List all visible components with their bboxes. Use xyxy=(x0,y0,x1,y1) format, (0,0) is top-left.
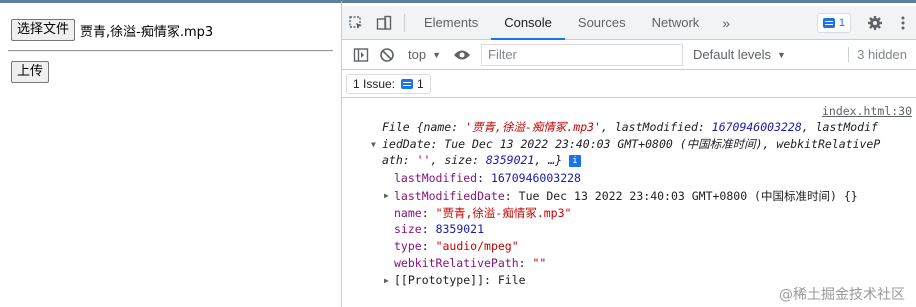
prop-key: lastModified xyxy=(394,171,478,185)
messages-badge[interactable]: 1 xyxy=(816,12,851,33)
summary-text: iedDate: Tue Dec 13 2022 23:40:03 GMT+08… xyxy=(382,137,881,151)
upload-button[interactable]: 上传 xyxy=(11,61,50,83)
console-output: index.html:30 File {name: '贾青,徐溢-痴情冢.mp3… xyxy=(342,98,916,307)
toolbar-divider xyxy=(404,13,405,32)
log-summary-line-2: iedDate: Tue Dec 13 2022 23:40:03 GMT+08… xyxy=(382,136,880,152)
summary-lastmodified-value: 1670946003228 xyxy=(711,120,802,134)
prop-name: name: "贾青,徐溢-痴情冢.mp3" xyxy=(394,206,572,220)
watermark: @稀土掘金技术社区 xyxy=(779,287,905,303)
prop-lastmodified: lastModified: 1670946003228 xyxy=(394,171,581,185)
summary-text: , …} xyxy=(534,153,563,167)
tab-network[interactable]: Network xyxy=(639,6,713,40)
hidden-messages-count[interactable]: 3 hidden xyxy=(848,47,916,62)
live-expression-eye-icon[interactable] xyxy=(449,42,475,68)
choose-file-button[interactable]: 选择文件 xyxy=(11,19,76,41)
prop-key: type xyxy=(394,239,422,253)
sidebar-toggle-icon[interactable] xyxy=(348,42,374,68)
prop-type: type: "audio/mpeg" xyxy=(394,239,519,253)
file-input-row: 选择文件 贾青,徐溢-痴情冢.mp3 xyxy=(11,19,213,41)
filter-input[interactable]: Filter xyxy=(481,43,683,66)
summary-path-value: '' xyxy=(416,153,431,167)
dropdown-triangle-icon: ▼ xyxy=(432,49,441,60)
prop-value: "贾青,徐溢-痴情冢.mp3" xyxy=(435,206,572,220)
context-label: top xyxy=(408,47,427,62)
devtools-tabbar: Elements Console Sources Network » 1 xyxy=(342,6,916,40)
more-tabs-chevron-icon[interactable]: » xyxy=(712,15,740,31)
messages-count: 1 xyxy=(838,16,845,29)
prop-prototype[interactable]: [[Prototype]]: File xyxy=(394,273,526,287)
tab-console[interactable]: Console xyxy=(491,6,565,40)
prop-key: name xyxy=(394,206,422,220)
issues-count: 1 xyxy=(417,76,424,91)
expand-triangle-icon[interactable]: ▼ xyxy=(371,140,376,149)
log-levels-dropdown[interactable]: Default levels ▼ xyxy=(693,47,786,62)
prop-value: 1670946003228 xyxy=(490,171,581,185)
page-viewport: 选择文件 贾青,徐溢-痴情冢.mp3 上传 xyxy=(0,0,341,307)
summary-text: , lastModified: xyxy=(600,120,712,134)
issues-label: 1 Issue: xyxy=(353,76,396,91)
selected-file-name: 贾青,徐溢-痴情冢.mp3 xyxy=(80,24,214,40)
tab-elements[interactable]: Elements xyxy=(411,6,491,40)
prop-lastmodifieddate[interactable]: lastModifiedDate: Tue Dec 13 2022 23:40:… xyxy=(394,188,858,204)
more-options-kebab-icon[interactable] xyxy=(889,6,916,40)
console-toolbar: top ▼ Filter Default levels ▼ 3 hidden xyxy=(342,40,916,70)
prop-key: lastModifiedDate xyxy=(394,189,505,203)
prop-value: "audio/mpeg" xyxy=(435,239,519,253)
prop-value: 8359021 xyxy=(435,222,485,236)
log-summary-line-1[interactable]: File {name: '贾青,徐溢-痴情冢.mp3', lastModifie… xyxy=(382,119,878,135)
summary-size-value: 8359021 xyxy=(485,153,535,167)
levels-label: Default levels xyxy=(693,47,772,62)
prop-key: [[Prototype]] xyxy=(394,273,485,287)
clear-console-icon[interactable] xyxy=(374,42,400,68)
log-summary-line-3: ath: '', size: 8359021, …} i xyxy=(382,153,581,167)
prop-value: File xyxy=(497,273,526,287)
devtools-panel: Elements Console Sources Network » 1 top… xyxy=(341,0,916,307)
upload-row: 上传 xyxy=(11,61,50,83)
message-icon xyxy=(822,17,835,28)
summary-text: ath: xyxy=(382,153,417,167)
source-link[interactable]: index.html:30 xyxy=(822,104,912,118)
info-icon[interactable]: i xyxy=(568,154,581,167)
prop-webkitrelativepath: webkitRelativePath: "" xyxy=(394,256,547,270)
prop-size: size: 8359021 xyxy=(394,222,485,236)
issue-message-icon xyxy=(401,78,414,89)
prop-key: size xyxy=(394,222,422,236)
summary-text: , size: xyxy=(430,153,486,167)
expand-right-triangle-icon[interactable]: ▶ xyxy=(384,276,389,285)
issues-bar: 1 Issue: 1 xyxy=(342,70,916,98)
dropdown-triangle-icon: ▼ xyxy=(777,49,786,60)
settings-gear-icon[interactable] xyxy=(861,6,889,40)
issues-button[interactable]: 1 Issue: 1 xyxy=(346,73,431,94)
summary-prefix: File {name: xyxy=(382,120,466,134)
prop-value: "" xyxy=(532,256,547,270)
device-toolbar-icon[interactable] xyxy=(370,6,398,40)
summary-name-value: '贾青,徐溢-痴情冢.mp3' xyxy=(465,120,601,134)
summary-text: , lastModif xyxy=(801,120,878,134)
horizontal-rule xyxy=(8,50,333,52)
prop-value: Tue Dec 13 2022 23:40:03 GMT+0800 (中国标准时… xyxy=(518,189,858,203)
prop-key: webkitRelativePath xyxy=(394,256,519,270)
inspect-element-icon[interactable] xyxy=(342,6,370,40)
expand-right-triangle-icon[interactable]: ▶ xyxy=(384,191,389,200)
context-selector[interactable]: top ▼ xyxy=(400,47,449,62)
tab-sources[interactable]: Sources xyxy=(565,6,639,40)
